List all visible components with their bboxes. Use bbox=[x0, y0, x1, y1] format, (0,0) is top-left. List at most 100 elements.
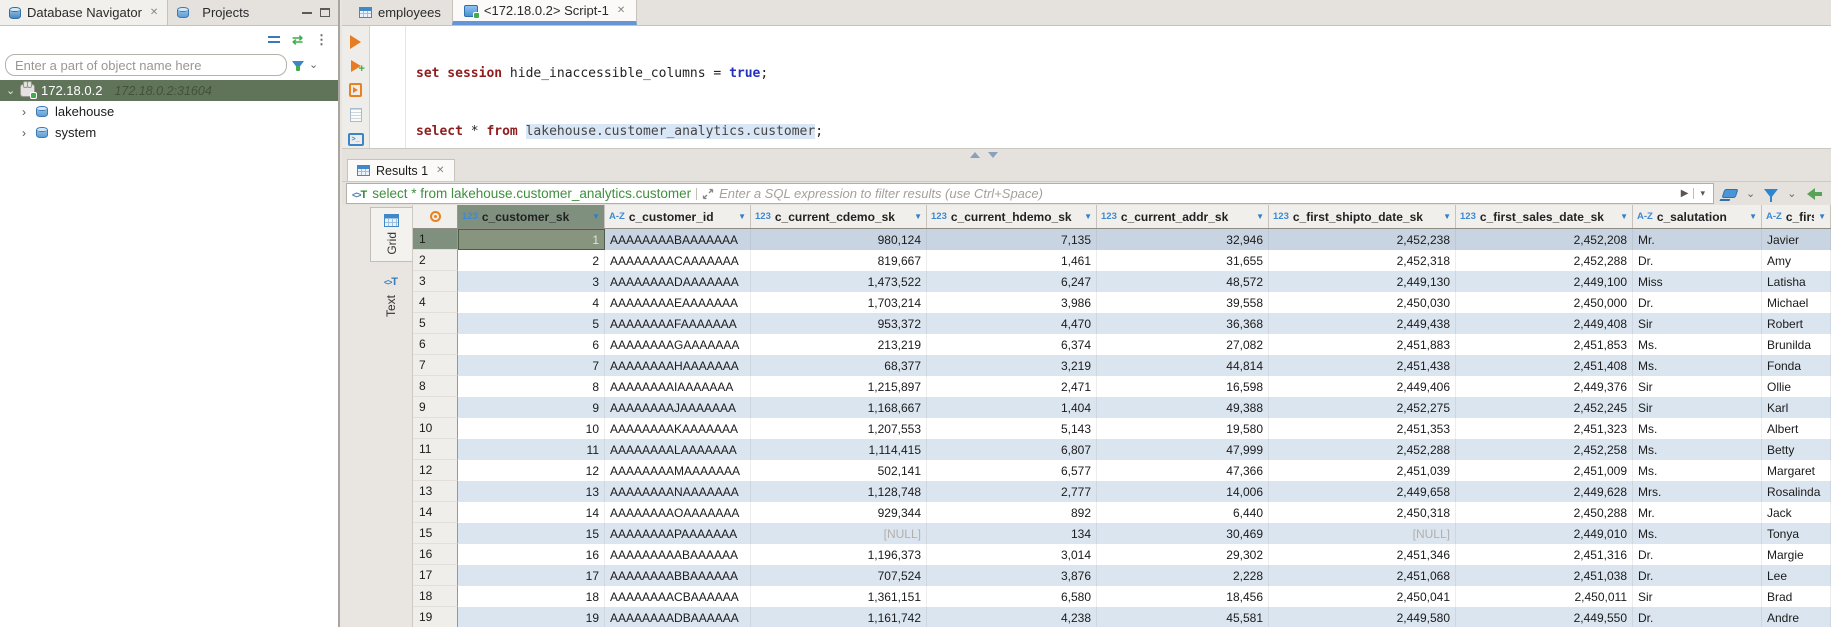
link-with-editor-icon[interactable]: ⇄ bbox=[292, 33, 303, 46]
grid-cell[interactable]: AAAAAAAACAAAAAAA bbox=[605, 250, 751, 271]
grid-cell[interactable]: 2,452,208 bbox=[1456, 229, 1633, 250]
filter-funnel-icon[interactable] bbox=[292, 61, 304, 69]
grid-cell[interactable]: Amy bbox=[1762, 250, 1831, 271]
grid-cell[interactable]: AAAAAAAAABAAAAAA bbox=[605, 544, 751, 565]
column-header-c_salutation[interactable]: A-Zc_salutation▼ bbox=[1633, 205, 1762, 228]
row-number[interactable]: 9 bbox=[413, 397, 458, 418]
grid-cell[interactable]: [NULL] bbox=[751, 523, 927, 544]
tree-item-connection[interactable]: ⌄ 172.18.0.2 172.18.0.2:31604 bbox=[0, 80, 338, 101]
row-number[interactable]: 15 bbox=[413, 523, 458, 544]
column-header-c_customer_sk[interactable]: 123c_customer_sk▼ bbox=[458, 205, 605, 228]
grid-cell[interactable]: 2,449,130 bbox=[1269, 271, 1456, 292]
grid-cell[interactable]: 5,143 bbox=[927, 418, 1097, 439]
maximize-results-icon[interactable] bbox=[988, 152, 998, 158]
grid-cell[interactable]: Dr. bbox=[1633, 250, 1762, 271]
row-number[interactable]: 12 bbox=[413, 460, 458, 481]
grid-cell[interactable]: Mr. bbox=[1633, 229, 1762, 250]
grid-cell[interactable]: AAAAAAAANAAAAAAA bbox=[605, 481, 751, 502]
grid-cell[interactable]: 7 bbox=[458, 355, 605, 376]
grid-cell[interactable]: 8 bbox=[458, 376, 605, 397]
grid-cell[interactable]: 16,598 bbox=[1097, 376, 1269, 397]
grid-cell[interactable]: 2,452,258 bbox=[1456, 439, 1633, 460]
grid-cell[interactable]: 2,451,039 bbox=[1269, 460, 1456, 481]
grid-cell[interactable]: 9 bbox=[458, 397, 605, 418]
grid-cell[interactable]: AAAAAAAABBAAAAAA bbox=[605, 565, 751, 586]
grid-cell[interactable]: 1,215,897 bbox=[751, 376, 927, 397]
grid-cell[interactable]: 1,404 bbox=[927, 397, 1097, 418]
grid-cell[interactable]: Mrs. bbox=[1633, 481, 1762, 502]
grid-cell[interactable]: 30,469 bbox=[1097, 523, 1269, 544]
grid-cell[interactable]: 4,470 bbox=[927, 313, 1097, 334]
grid-cell[interactable]: Brad bbox=[1762, 586, 1831, 607]
grid-cell[interactable]: 2,451,883 bbox=[1269, 334, 1456, 355]
grid-cell[interactable]: 19 bbox=[458, 607, 605, 627]
grid-cell[interactable]: 45,581 bbox=[1097, 607, 1269, 627]
grid-cell[interactable]: 6,440 bbox=[1097, 502, 1269, 523]
grid-cell[interactable]: Albert bbox=[1762, 418, 1831, 439]
editor-results-splitter[interactable] bbox=[342, 148, 1831, 159]
column-dropdown-icon[interactable]: ▼ bbox=[1818, 212, 1826, 221]
grid-cell[interactable]: Ollie bbox=[1762, 376, 1831, 397]
row-number[interactable]: 2 bbox=[413, 250, 458, 271]
grid-cell[interactable]: 29,302 bbox=[1097, 544, 1269, 565]
execute-script-icon[interactable] bbox=[349, 83, 362, 97]
grid-cell[interactable]: 892 bbox=[927, 502, 1097, 523]
grid-cell[interactable]: 5 bbox=[458, 313, 605, 334]
grid-cell[interactable]: Michael bbox=[1762, 292, 1831, 313]
grid-cell[interactable]: 48,572 bbox=[1097, 271, 1269, 292]
grid-cell[interactable]: 47,366 bbox=[1097, 460, 1269, 481]
chevron-right-icon[interactable]: › bbox=[22, 105, 36, 119]
tab-projects[interactable]: Projects bbox=[168, 0, 258, 25]
grid-cell[interactable]: AAAAAAAALAAAAAAA bbox=[605, 439, 751, 460]
grid-cell[interactable]: AAAAAAAADBAAAAAA bbox=[605, 607, 751, 627]
column-header-c_current_addr_sk[interactable]: 123c_current_addr_sk▼ bbox=[1097, 205, 1269, 228]
grid-cell[interactable]: 68,377 bbox=[751, 355, 927, 376]
grid-cell[interactable]: AAAAAAAAMAAAAAAA bbox=[605, 460, 751, 481]
grid-cell[interactable]: Ms. bbox=[1633, 418, 1762, 439]
grid-cell[interactable]: 2,452,288 bbox=[1269, 439, 1456, 460]
grid-cell[interactable]: 27,082 bbox=[1097, 334, 1269, 355]
chevron-down-icon[interactable]: ⌄ bbox=[309, 60, 318, 71]
grid-cell[interactable]: Lee bbox=[1762, 565, 1831, 586]
tab-results-1[interactable]: Results 1 ✕ bbox=[347, 159, 455, 181]
explain-plan-icon[interactable] bbox=[350, 108, 362, 122]
grid-cell[interactable]: 18,456 bbox=[1097, 586, 1269, 607]
tab-script-1[interactable]: <172.18.0.2> Script-1 ✕ bbox=[452, 0, 637, 25]
filters-funnel-icon[interactable] bbox=[1764, 189, 1778, 198]
grid-cell[interactable]: Andre bbox=[1762, 607, 1831, 627]
apply-filter-icon[interactable]: ▶ bbox=[1681, 188, 1689, 199]
grid-cell[interactable]: AAAAAAAACBAAAAAA bbox=[605, 586, 751, 607]
grid-cell[interactable]: 953,372 bbox=[751, 313, 927, 334]
grid-cell[interactable]: 36,368 bbox=[1097, 313, 1269, 334]
grid-cell[interactable]: 2,450,011 bbox=[1456, 586, 1633, 607]
grid-cell[interactable]: 2,450,288 bbox=[1456, 502, 1633, 523]
column-dropdown-icon[interactable]: ▼ bbox=[1620, 212, 1628, 221]
sql-console-icon[interactable]: >_ bbox=[348, 133, 364, 146]
grid-cell[interactable]: 1,128,748 bbox=[751, 481, 927, 502]
grid-cell[interactable]: 2,449,408 bbox=[1456, 313, 1633, 334]
grid-cell[interactable]: Dr. bbox=[1633, 544, 1762, 565]
grid-cell[interactable]: 11 bbox=[458, 439, 605, 460]
grid-cell[interactable]: Latisha bbox=[1762, 271, 1831, 292]
grid-cell[interactable]: 47,999 bbox=[1097, 439, 1269, 460]
grid-cell[interactable]: 19,580 bbox=[1097, 418, 1269, 439]
grid-cell[interactable]: Rosalinda bbox=[1762, 481, 1831, 502]
grid-cell[interactable]: 2,451,038 bbox=[1456, 565, 1633, 586]
grid-cell[interactable]: Karl bbox=[1762, 397, 1831, 418]
row-number[interactable]: 17 bbox=[413, 565, 458, 586]
grid-cell[interactable]: 1,361,151 bbox=[751, 586, 927, 607]
grid-cell[interactable]: AAAAAAAADAAAAAAA bbox=[605, 271, 751, 292]
grid-cell[interactable]: 2,450,318 bbox=[1269, 502, 1456, 523]
grid-cell[interactable]: AAAAAAAAEAAAAAAA bbox=[605, 292, 751, 313]
column-dropdown-icon[interactable]: ▼ bbox=[1749, 212, 1757, 221]
grid-cell[interactable]: 14 bbox=[458, 502, 605, 523]
close-icon[interactable]: ✕ bbox=[150, 7, 158, 18]
grid-cell[interactable]: 2,449,376 bbox=[1456, 376, 1633, 397]
grid-cell[interactable]: 502,141 bbox=[751, 460, 927, 481]
row-number[interactable]: 3 bbox=[413, 271, 458, 292]
row-number[interactable]: 1 bbox=[413, 229, 458, 250]
grid-cell[interactable]: 1,473,522 bbox=[751, 271, 927, 292]
row-number[interactable]: 4 bbox=[413, 292, 458, 313]
grid-cell[interactable]: 6,374 bbox=[927, 334, 1097, 355]
grid-cell[interactable]: 6,577 bbox=[927, 460, 1097, 481]
